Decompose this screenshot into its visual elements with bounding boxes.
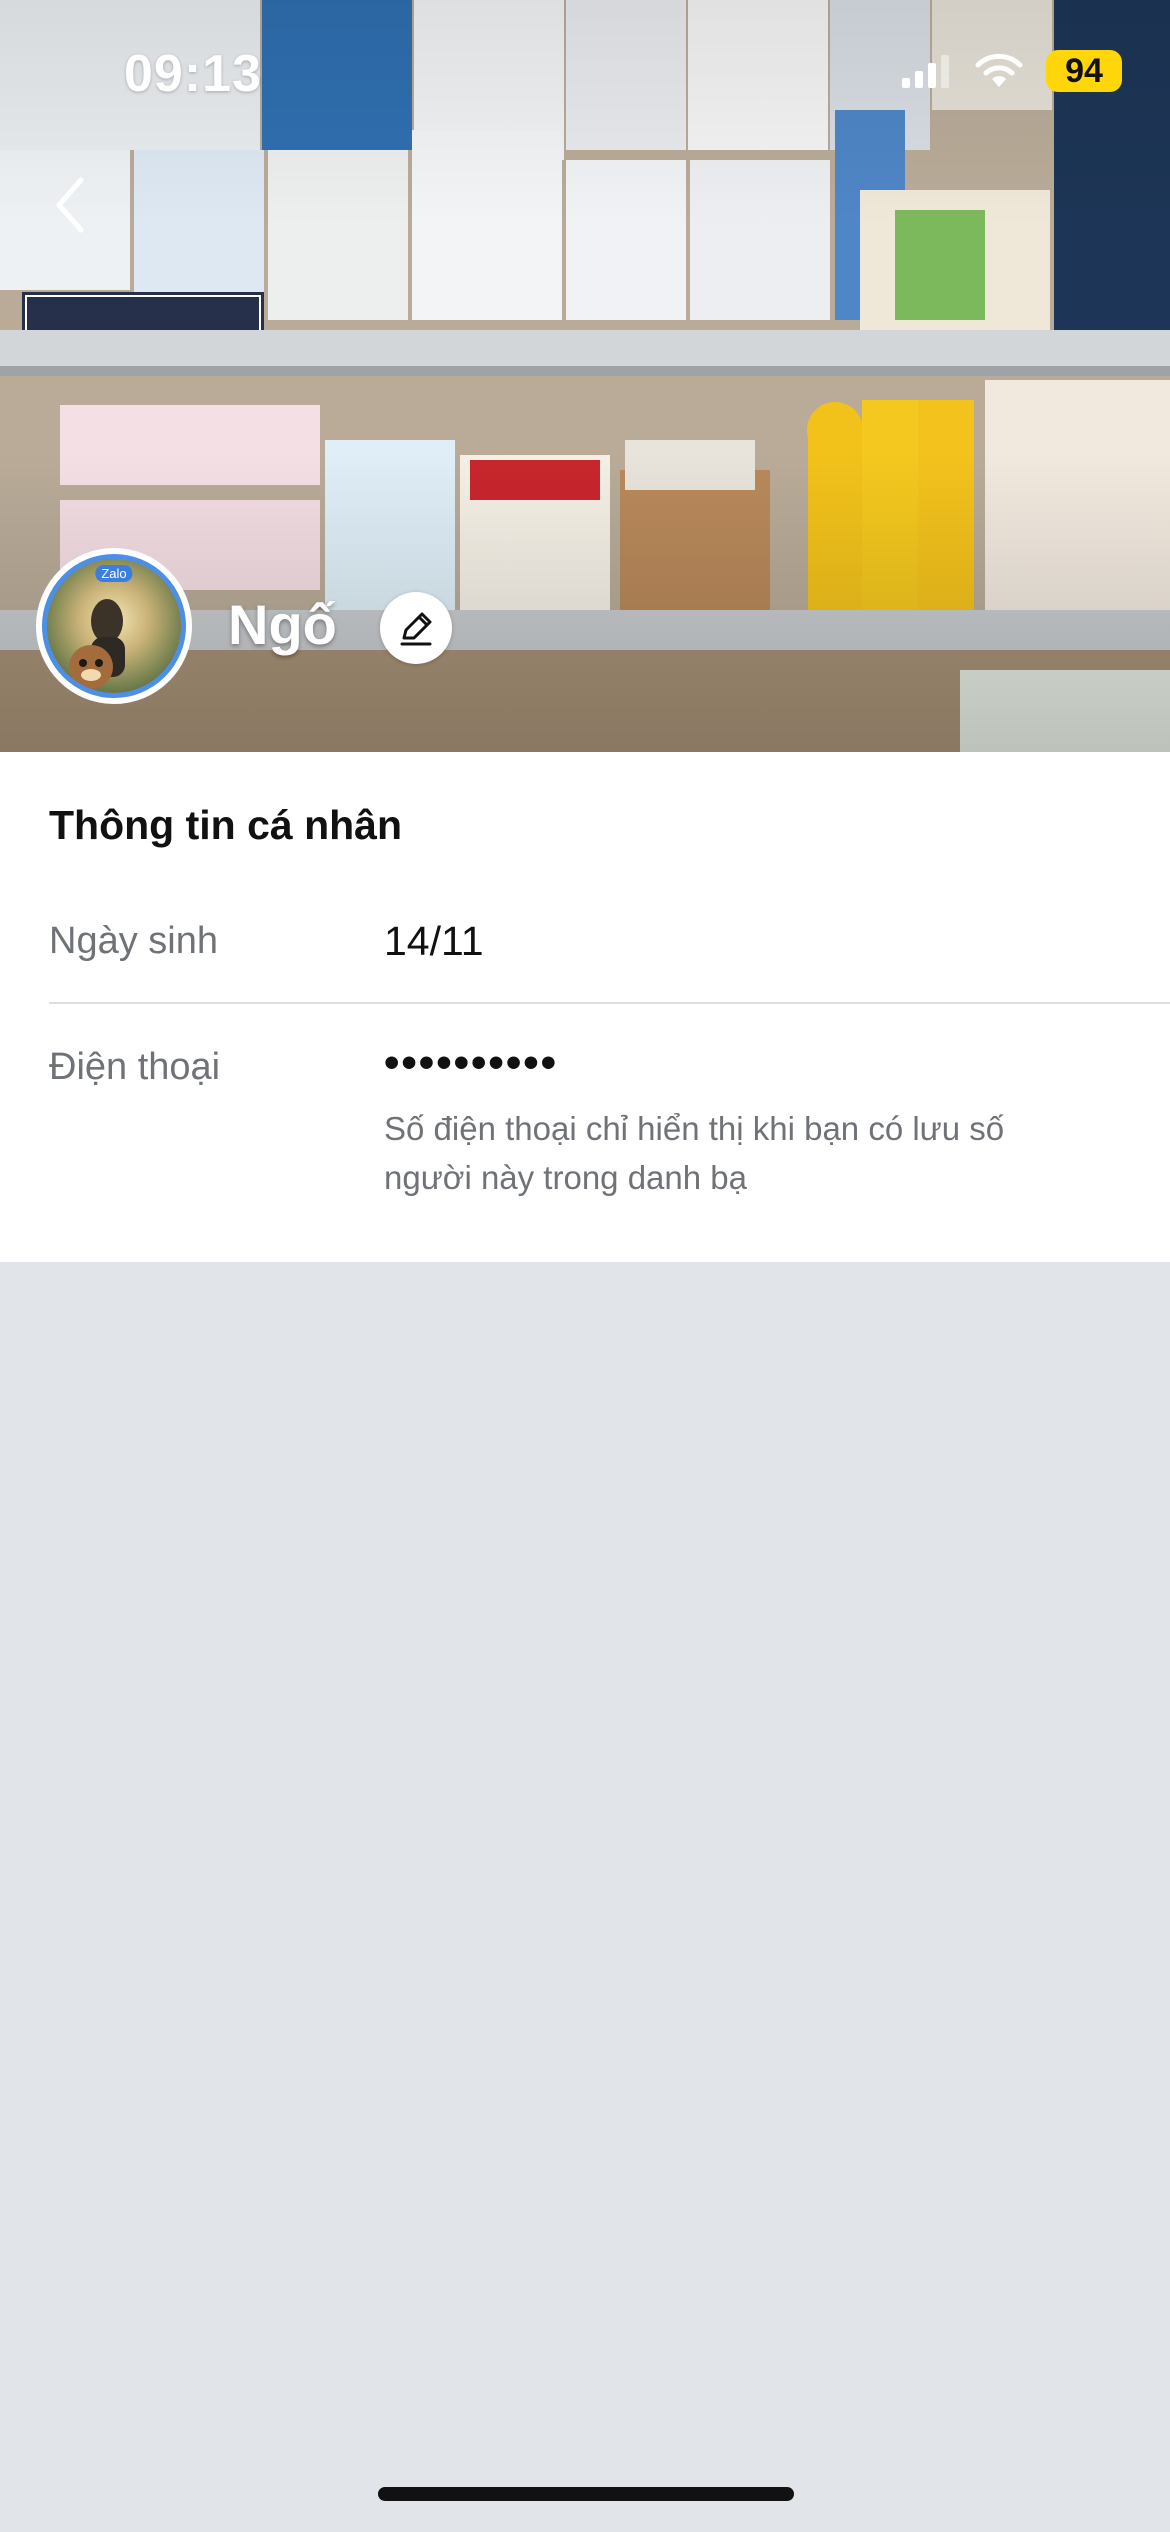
row-divider	[49, 1002, 1170, 1004]
personal-info-card: Thông tin cá nhân Ngày sinh 14/11 Điện t…	[0, 752, 1170, 1262]
avatar[interactable]: Zalo	[36, 548, 192, 704]
edit-name-button[interactable]	[380, 592, 452, 664]
home-indicator[interactable]	[378, 2487, 794, 2501]
birthday-label: Ngày sinh	[49, 920, 218, 962]
battery-icon: 94	[1046, 50, 1122, 92]
status-time: 09:13	[124, 45, 262, 103]
chevron-left-icon	[56, 177, 84, 233]
avatar-image: Zalo	[42, 554, 186, 698]
avatar-illustration	[69, 599, 125, 689]
card-title: Thông tin cá nhân	[49, 802, 403, 848]
wifi-icon	[975, 53, 1023, 87]
birthday-value: 14/11	[384, 918, 484, 964]
pencil-icon	[400, 612, 432, 646]
signal-icon	[902, 55, 949, 88]
phone-label: Điện thoại	[49, 1046, 221, 1088]
phone-value: ••••••••••	[384, 1038, 559, 1087]
back-button[interactable]	[40, 170, 100, 240]
phone-visibility-note: Số điện thoại chỉ hiển thị khi bạn có lư…	[384, 1110, 1005, 1196]
profile-name: Ngố	[228, 593, 337, 656]
status-icons: 94	[900, 50, 1122, 92]
